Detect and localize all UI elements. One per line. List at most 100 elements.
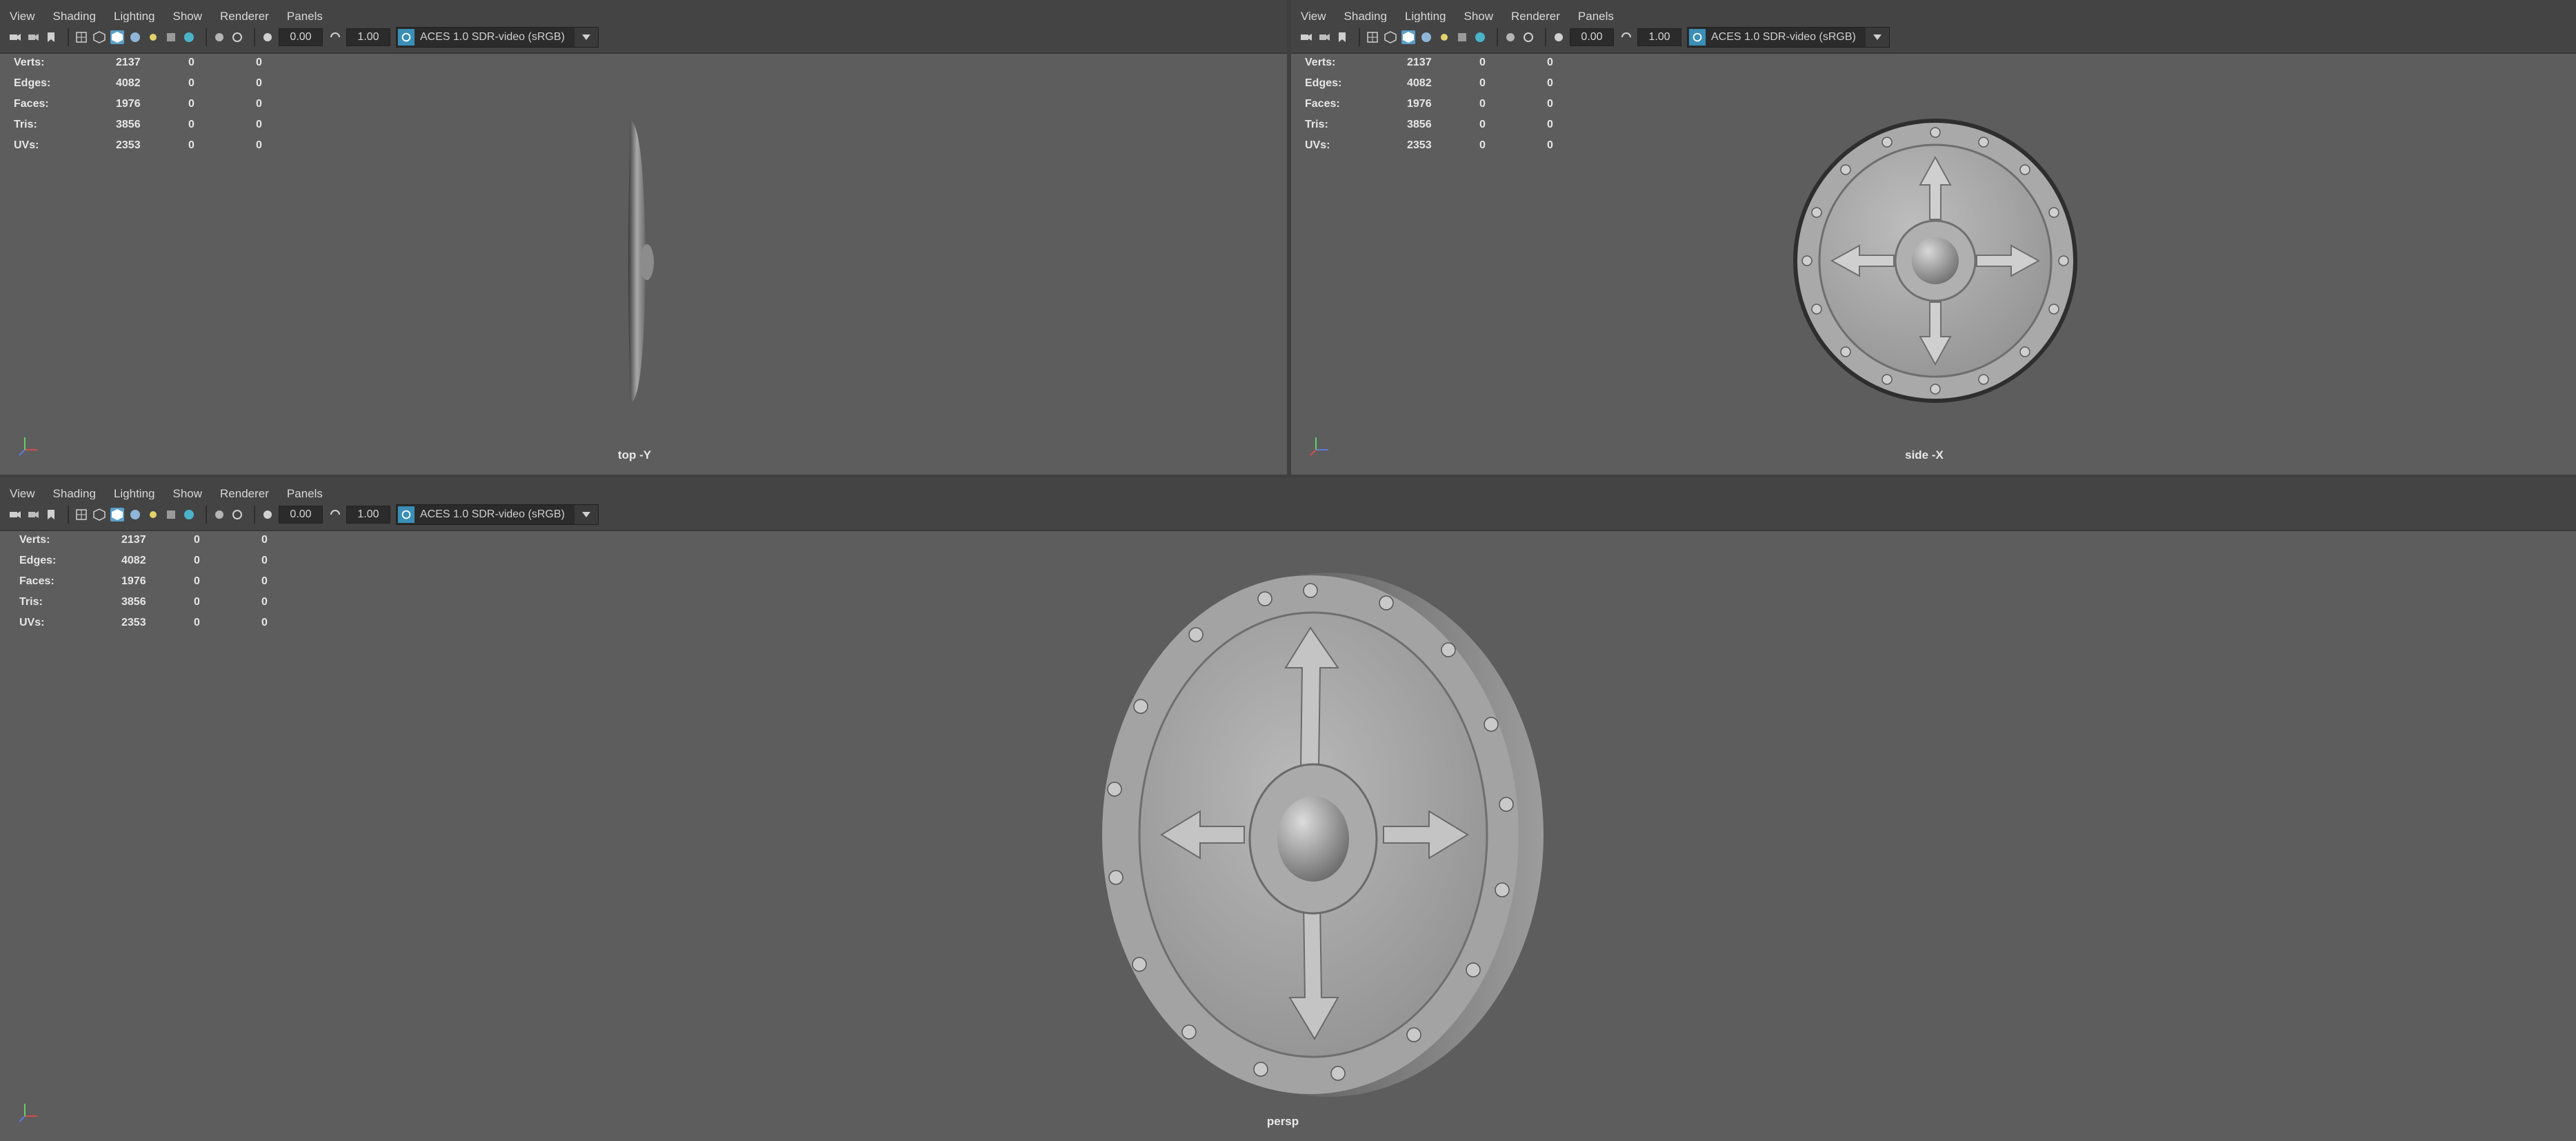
menu-lighting[interactable]: Lighting — [1405, 10, 1446, 23]
exposure-field[interactable]: 0.00 — [279, 506, 323, 524]
color-management-dropdown[interactable]: ACES 1.0 SDR-video (sRGB) — [396, 504, 599, 525]
xray-icon[interactable] — [230, 508, 244, 522]
exposure-field[interactable]: 0.00 — [1570, 28, 1614, 46]
color-management-label: ACES 1.0 SDR-video (sRGB) — [420, 31, 565, 43]
menu-panels[interactable]: Panels — [287, 10, 323, 23]
xray-icon[interactable] — [230, 30, 244, 44]
gamma-icon[interactable] — [328, 508, 342, 522]
camera-icon[interactable] — [8, 30, 22, 44]
toolbar-separator — [254, 28, 255, 46]
camera-label: top -Y — [617, 448, 652, 462]
menu-lighting[interactable]: Lighting — [114, 487, 155, 501]
textured-icon[interactable] — [128, 508, 142, 522]
poly-count-hud: Verts: 2137 0 0 Edges: 4082 0 0 Faces: 1976 0 0 T… — [14, 52, 262, 156]
shield-model-persp[interactable] — [1076, 559, 1545, 1111]
select-camera-icon[interactable] — [26, 30, 40, 44]
gamma-field[interactable]: 1.00 — [1637, 28, 1681, 46]
select-camera-icon[interactable] — [1317, 30, 1331, 44]
menu-lighting[interactable]: Lighting — [114, 10, 155, 23]
smooth-shade-icon[interactable] — [110, 30, 124, 44]
toolbar-separator — [1359, 28, 1360, 46]
stat-row: UVs: 2353 0 0 — [14, 139, 262, 151]
lighting-icon[interactable] — [1437, 30, 1451, 44]
menu-view[interactable]: View — [1301, 10, 1326, 23]
viewport-persp[interactable]: View Shading Lighting Show Renderer Pane… — [0, 477, 2576, 1141]
viewport-top[interactable]: View Shading Lighting Show Renderer Pane… — [0, 0, 1287, 475]
menu-view[interactable]: View — [10, 10, 35, 23]
isolate-select-icon[interactable] — [212, 508, 226, 522]
shadow-icon[interactable] — [1455, 30, 1469, 44]
gamma-field[interactable]: 1.00 — [346, 506, 390, 524]
ambient-occlusion-icon[interactable] — [182, 508, 196, 522]
camera-icon[interactable] — [8, 508, 22, 522]
stat-row: UVs: 2353 0 0 — [19, 617, 268, 628]
exposure-field[interactable]: 0.00 — [279, 28, 323, 46]
wireframe-icon[interactable] — [92, 508, 106, 522]
gamma-icon[interactable] — [328, 30, 342, 44]
viewport-toolbar: 0.00 1.00 ACES 1.0 SDR-video (sRGB) — [0, 22, 1287, 54]
menu-renderer[interactable]: Renderer — [1511, 10, 1560, 23]
grid-icon[interactable] — [74, 508, 88, 522]
wireframe-icon[interactable] — [92, 30, 106, 44]
toolbar-separator — [254, 506, 255, 524]
stat-row: Faces: 1976 0 0 — [14, 98, 262, 110]
stat-row: UVs: 2353 0 0 — [1305, 139, 1553, 151]
smooth-shade-icon[interactable] — [110, 508, 124, 522]
color-management-label: ACES 1.0 SDR-video (sRGB) — [420, 508, 565, 520]
menu-view[interactable]: View — [10, 487, 35, 501]
exposure-icon[interactable] — [1552, 30, 1566, 44]
stat-row: Tris: 3856 0 0 — [1305, 119, 1553, 130]
camera-icon[interactable] — [1299, 30, 1313, 44]
stat-row: Verts: 2137 0 0 — [14, 57, 262, 68]
menu-show[interactable]: Show — [173, 487, 203, 501]
stat-row: Edges: 4082 0 0 — [1305, 77, 1553, 89]
smooth-shade-icon[interactable] — [1401, 30, 1415, 44]
bookmark-icon[interactable] — [44, 508, 58, 522]
color-management-dropdown[interactable]: ACES 1.0 SDR-video (sRGB) — [396, 27, 599, 48]
shadow-icon[interactable] — [164, 508, 178, 522]
color-management-icon — [398, 506, 415, 523]
ambient-occlusion-icon[interactable] — [182, 30, 196, 44]
xray-icon[interactable] — [1521, 30, 1535, 44]
ambient-occlusion-icon[interactable] — [1473, 30, 1487, 44]
menu-renderer[interactable]: Renderer — [220, 487, 269, 501]
select-camera-icon[interactable] — [26, 508, 40, 522]
wireframe-icon[interactable] — [1384, 30, 1397, 44]
viewport-side[interactable]: View Shading Lighting Show Renderer Pane… — [1291, 0, 2576, 475]
shield-model-front[interactable] — [1790, 116, 2080, 406]
menu-renderer[interactable]: Renderer — [220, 10, 269, 23]
textured-icon[interactable] — [128, 30, 142, 44]
toolbar-separator — [1497, 28, 1498, 46]
grid-icon[interactable] — [1366, 30, 1379, 44]
gamma-field[interactable]: 1.00 — [346, 28, 390, 46]
stat-row: Verts: 2137 0 0 — [19, 534, 268, 546]
lighting-icon[interactable] — [146, 508, 160, 522]
menu-show[interactable]: Show — [173, 10, 203, 23]
bookmark-icon[interactable] — [44, 30, 58, 44]
textured-icon[interactable] — [1419, 30, 1433, 44]
menu-panels[interactable]: Panels — [1578, 10, 1614, 23]
chevron-down-icon[interactable] — [1866, 28, 1889, 47]
menu-panels[interactable]: Panels — [287, 487, 323, 501]
exposure-icon[interactable] — [261, 508, 274, 522]
menu-shading[interactable]: Shading — [53, 487, 96, 501]
toolbar-separator — [68, 506, 69, 524]
axis-indicator — [1310, 437, 1328, 456]
menu-shading[interactable]: Shading — [53, 10, 96, 23]
shield-model-side[interactable] — [621, 117, 662, 407]
shadow-icon[interactable] — [164, 30, 178, 44]
exposure-icon[interactable] — [261, 30, 274, 44]
bookmark-icon[interactable] — [1335, 30, 1349, 44]
menu-show[interactable]: Show — [1464, 10, 1494, 23]
isolate-select-icon[interactable] — [212, 30, 226, 44]
lighting-icon[interactable] — [146, 30, 160, 44]
chevron-down-icon[interactable] — [575, 505, 598, 524]
grid-icon[interactable] — [74, 30, 88, 44]
stat-row: Tris: 3856 0 0 — [14, 119, 262, 130]
isolate-select-icon[interactable] — [1504, 30, 1517, 44]
axis-indicator — [19, 437, 37, 456]
color-management-dropdown[interactable]: ACES 1.0 SDR-video (sRGB) — [1687, 27, 1890, 48]
menu-shading[interactable]: Shading — [1344, 10, 1387, 23]
chevron-down-icon[interactable] — [575, 28, 598, 47]
gamma-icon[interactable] — [1619, 30, 1633, 44]
